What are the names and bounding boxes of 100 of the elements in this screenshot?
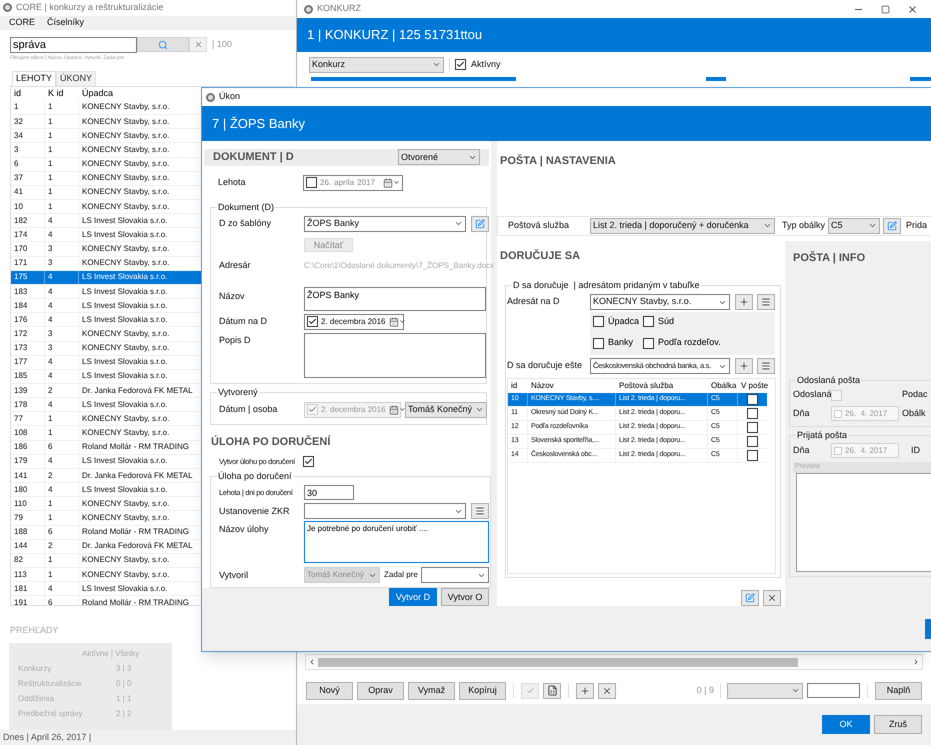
list-button[interactable] [471, 503, 489, 520]
button[interactable]: Vytvor O [441, 588, 489, 606]
date-text: 2. decembra 2016 [321, 316, 386, 328]
table-cell: 3 [45, 327, 79, 341]
button[interactable]: Vymaž [408, 682, 455, 700]
date-picker[interactable]: 26. apríla 2017 [303, 174, 403, 190]
horizontal-scrollbar[interactable] [305, 654, 923, 670]
text-field[interactable] [807, 683, 860, 698]
checkbox[interactable] [593, 316, 604, 327]
table-cell: 4 [45, 228, 79, 242]
table-cell: 174 [11, 228, 45, 242]
button[interactable]: Naplň [875, 682, 922, 700]
checkbox[interactable] [747, 422, 758, 433]
app-icon [304, 4, 313, 14]
table-cell: 1 [45, 200, 79, 214]
add-button[interactable] [735, 294, 753, 310]
column-header[interactable]: K id [45, 87, 79, 101]
table-cell: 171 [11, 256, 45, 270]
button[interactable]: Vytvor D [389, 588, 437, 606]
dropdown[interactable]: Konkurz [309, 56, 444, 72]
dropdown[interactable]: KONECNY Stavby, s.r.o. [590, 294, 730, 310]
checkbox-label: Úpadca [608, 314, 640, 328]
text-area[interactable]: Je potrebné po doručení urobiť .... [304, 521, 489, 564]
dropdown[interactable]: C5 [828, 218, 880, 234]
maximize-icon[interactable] [881, 4, 890, 14]
search-field[interactable]: správa [10, 36, 137, 53]
list-button[interactable] [757, 358, 775, 374]
chevron-right-icon[interactable] [912, 658, 920, 666]
table-cell: 141 [11, 468, 45, 482]
button[interactable]: Kopíruj [459, 682, 506, 700]
table-cell: 175 [11, 270, 45, 284]
column-header[interactable]: Názov [528, 380, 616, 392]
column-header[interactable]: V pošte [738, 380, 768, 392]
dropdown[interactable] [304, 503, 466, 520]
table-cell: 179 [11, 454, 45, 468]
delete-button[interactable] [598, 682, 616, 698]
table-cell: 108 [11, 426, 45, 440]
edit-button[interactable] [741, 590, 759, 606]
section-title: POŠTA | INFO [793, 250, 866, 266]
add-button[interactable] [735, 358, 753, 374]
close-icon [194, 40, 202, 50]
checkbox[interactable] [747, 450, 758, 461]
close-icon[interactable] [907, 4, 918, 14]
column-header[interactable]: id [11, 87, 45, 101]
group-title: Dokument (D) [217, 200, 276, 212]
checkbox[interactable] [593, 338, 604, 348]
checkbox[interactable] [643, 338, 654, 348]
checkbox-label: Súd [658, 314, 674, 328]
dropdown[interactable]: Otvorené [398, 149, 480, 166]
checkbox[interactable] [307, 316, 318, 327]
button[interactable]: Zruš [874, 715, 922, 734]
date-text: 2. decembra 2016 [321, 404, 386, 416]
excel-button[interactable] [543, 682, 561, 698]
group-title: D sa doručuje | adresátom pridaným v tabuľke [512, 279, 701, 291]
dropdown[interactable]: List 2. trieda | doporučený + doručenka [590, 218, 775, 234]
button[interactable]: Oprav [357, 682, 404, 700]
text-area[interactable]: ŽOPS Banky [304, 286, 486, 310]
dialog-button[interactable] [925, 618, 931, 638]
tab[interactable]: ÚKONY [56, 70, 96, 86]
add-button[interactable] [576, 682, 594, 698]
dropdown[interactable]: ŽOPS Banky [304, 216, 466, 232]
check-button[interactable] [521, 682, 539, 698]
edit-button[interactable] [471, 216, 489, 232]
date-picker[interactable]: 2. decembra 2016 [304, 314, 404, 330]
checkbox[interactable] [303, 456, 314, 468]
table-cell: 173 [11, 342, 45, 355]
table-cell: 1 [45, 158, 79, 171]
dropdown[interactable] [421, 567, 489, 584]
button[interactable]: OK [822, 715, 870, 734]
table-cell: 41 [11, 186, 45, 199]
calendar-icon [388, 316, 406, 326]
date-part: 26. [320, 176, 332, 188]
table-cell: 184 [11, 299, 45, 312]
delete-button[interactable] [763, 590, 781, 606]
tab-indicator [706, 77, 726, 81]
checkbox[interactable] [306, 177, 317, 188]
window-title: CORE | konkurzy a reštrukturalizácie [16, 1, 164, 14]
chevron-left-icon[interactable] [308, 658, 316, 666]
checkbox[interactable] [747, 408, 758, 419]
table-cell: 1 [11, 100, 45, 114]
stat-value: 1 | 1 [116, 693, 132, 706]
stat-label: Reštrukturalizácie [18, 678, 83, 690]
dropdown[interactable]: Tomáš Konečný [405, 402, 487, 418]
table-cell: 79 [11, 511, 45, 525]
tab[interactable]: LEHOTY [12, 70, 56, 86]
number-field[interactable]: 30 [304, 485, 354, 500]
edit-button[interactable] [883, 218, 901, 234]
column-header[interactable]: id [508, 380, 528, 392]
button[interactable]: Nový [306, 682, 353, 700]
column-header[interactable]: Obálka [708, 380, 738, 392]
checkbox[interactable] [455, 59, 466, 70]
checkbox[interactable] [643, 316, 654, 327]
calendar-icon [388, 404, 406, 414]
menu-item[interactable]: Číselníky [47, 16, 84, 30]
menu-item[interactable]: CORE [9, 16, 36, 30]
checkbox[interactable] [747, 394, 758, 405]
list-button[interactable] [757, 294, 775, 310]
checkbox[interactable] [747, 436, 758, 447]
column-header[interactable]: Poštová služba [616, 380, 708, 392]
text-area[interactable] [304, 332, 486, 378]
